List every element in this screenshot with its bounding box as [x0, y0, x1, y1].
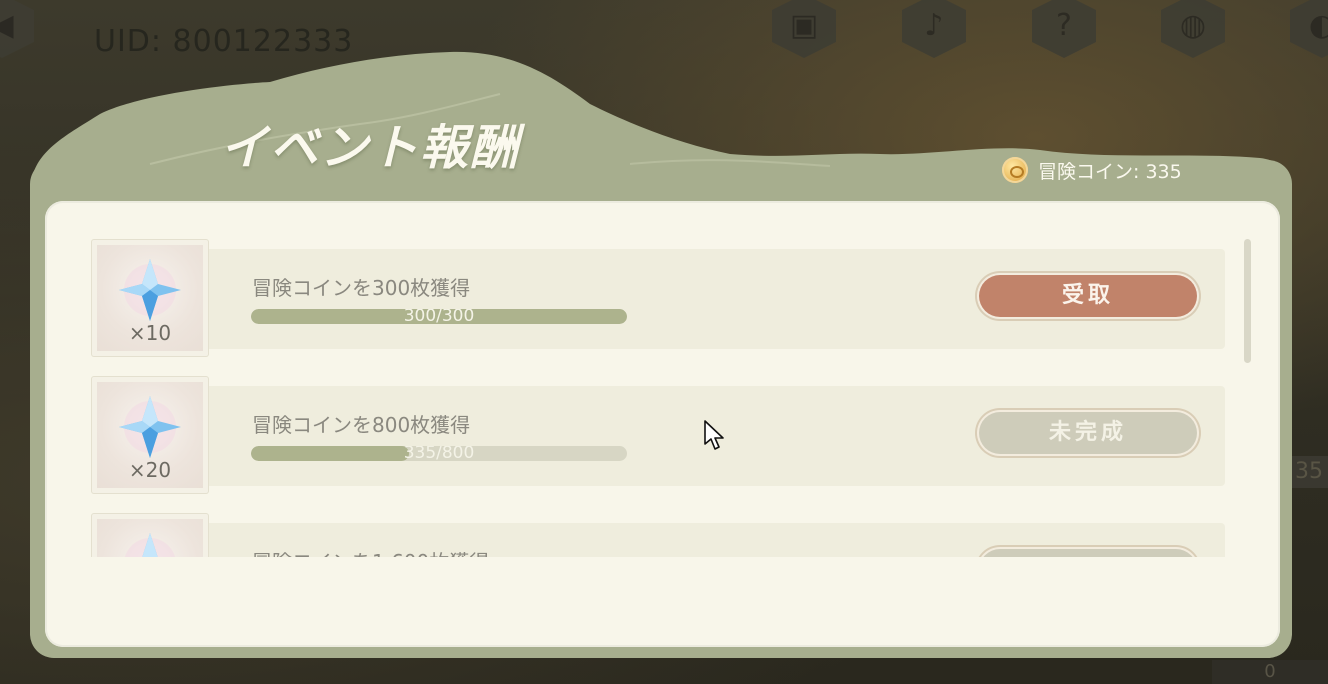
task-title: 冒険コインを800枚獲得	[252, 413, 471, 437]
coin-balance: 冒険コイン: 335	[1002, 155, 1182, 185]
reward-list-card: ×10 冒険コインを300枚獲得 300/300 受取 ×20 冒険コインを80…	[45, 201, 1280, 647]
primogem-icon	[119, 259, 181, 321]
progress-bar: 335/800	[251, 446, 627, 461]
incomplete-button-label	[979, 549, 1197, 557]
reward-icon-box: ×10	[91, 239, 209, 357]
mouse-cursor-icon	[704, 420, 724, 450]
reward-row: ×20 冒険コインを800枚獲得 335/800 未完成	[91, 376, 1225, 494]
progress-bar: 300/300	[251, 309, 627, 324]
progress-label: 335/800	[403, 446, 475, 461]
progress-label: 300/300	[403, 309, 475, 324]
incomplete-button[interactable]: 未完成	[975, 408, 1201, 458]
coin-balance-label: 冒険コイン: 335	[1038, 160, 1182, 183]
primogem-icon	[119, 396, 181, 458]
reward-row: ×10 冒険コインを300枚獲得 300/300 受取	[91, 239, 1225, 357]
reward-icon-box: ×20	[91, 376, 209, 494]
claim-button[interactable]: 受取	[975, 271, 1201, 321]
claim-button-label: 受取	[979, 275, 1197, 317]
reward-row: 冒険コインを1,600枚獲得	[91, 513, 1225, 557]
task-title: 冒険コインを1,600枚獲得	[252, 546, 489, 557]
reward-list[interactable]: ×10 冒険コインを300枚獲得 300/300 受取 ×20 冒険コインを80…	[91, 237, 1231, 557]
task-title: 冒険コインを300枚獲得	[252, 276, 471, 300]
coin-icon	[1002, 157, 1028, 183]
panel-title: イベント報酬	[220, 120, 521, 176]
reward-quantity: ×20	[128, 458, 172, 482]
scrollbar[interactable]	[1244, 239, 1251, 363]
primogem-icon	[124, 533, 176, 557]
reward-quantity: ×10	[128, 321, 172, 345]
incomplete-button-label: 未完成	[979, 412, 1197, 454]
reward-icon-box	[91, 513, 209, 557]
side-value: 35	[1290, 456, 1328, 488]
incomplete-button[interactable]	[975, 545, 1201, 557]
side-counter: 0	[1212, 660, 1328, 684]
